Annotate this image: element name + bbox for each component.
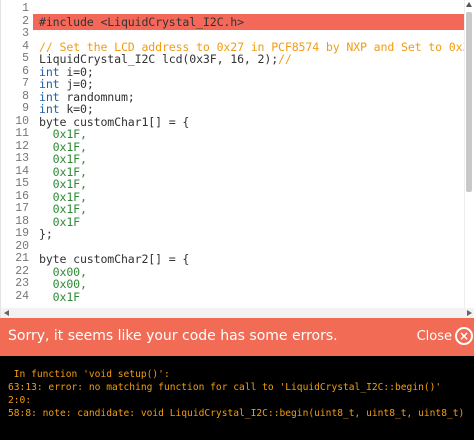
line-number: 5 xyxy=(22,52,29,65)
line-number: 1 xyxy=(22,2,29,15)
line-number: 11 xyxy=(15,127,29,140)
code-token: #include <LiquidCrystal_I2C.h> xyxy=(39,14,244,29)
code-token: }; xyxy=(39,227,53,241)
line-number: 19 xyxy=(15,227,29,240)
line-number: 21 xyxy=(15,252,29,265)
vertical-scroll-thumb[interactable] xyxy=(466,12,472,192)
line-number: 7 xyxy=(22,77,29,90)
code-text: 0x1F xyxy=(39,289,80,304)
console-line: 63:13: error: no matching function for c… xyxy=(8,382,442,393)
console-line: 58:8: note: candidate: void LiquidCrysta… xyxy=(8,408,465,419)
scroll-left-arrow-icon[interactable] xyxy=(4,310,9,316)
horizontal-scrollbar[interactable] xyxy=(1,308,474,318)
code-line[interactable]: 19}; xyxy=(1,227,474,241)
line-number: 3 xyxy=(22,27,29,40)
code-token: 0x1F xyxy=(39,289,80,304)
error-console: In function 'void setup()': 63:13: error:… xyxy=(0,356,474,440)
line-number: 17 xyxy=(15,202,29,215)
error-message: Sorry, it seems like your code has some … xyxy=(8,328,338,344)
error-banner: Sorry, it seems like your code has some … xyxy=(0,318,474,356)
line-number: 13 xyxy=(15,152,29,165)
scroll-right-arrow-icon[interactable] xyxy=(467,310,472,316)
line-number: 23 xyxy=(15,277,29,290)
code-line[interactable]: 24 0x1F xyxy=(1,289,474,304)
console-line: In function 'void setup()': xyxy=(8,369,170,380)
line-number: 9 xyxy=(22,102,29,115)
code-text: }; xyxy=(39,228,53,241)
console-line: 2:0: xyxy=(8,395,32,406)
close-icon[interactable]: × xyxy=(455,327,473,345)
close-button-label[interactable]: Close xyxy=(417,329,452,344)
code-line-error-highlighted[interactable]: 2 #include <LiquidCrystal_I2C.h> xyxy=(1,13,474,30)
code-token: // xyxy=(278,52,292,66)
code-text: #include <LiquidCrystal_I2C.h> xyxy=(39,14,244,29)
line-number: 24 xyxy=(15,289,29,303)
line-number: 15 xyxy=(15,177,29,190)
scroll-up-arrow-icon[interactable] xyxy=(466,2,472,7)
code-editor[interactable]: 1 2 #include <LiquidCrystal_I2C.h> 3 4// Set… xyxy=(0,0,474,318)
code-line[interactable]: 18 0x1F xyxy=(1,215,474,229)
vertical-scrollbar[interactable] xyxy=(464,0,474,318)
